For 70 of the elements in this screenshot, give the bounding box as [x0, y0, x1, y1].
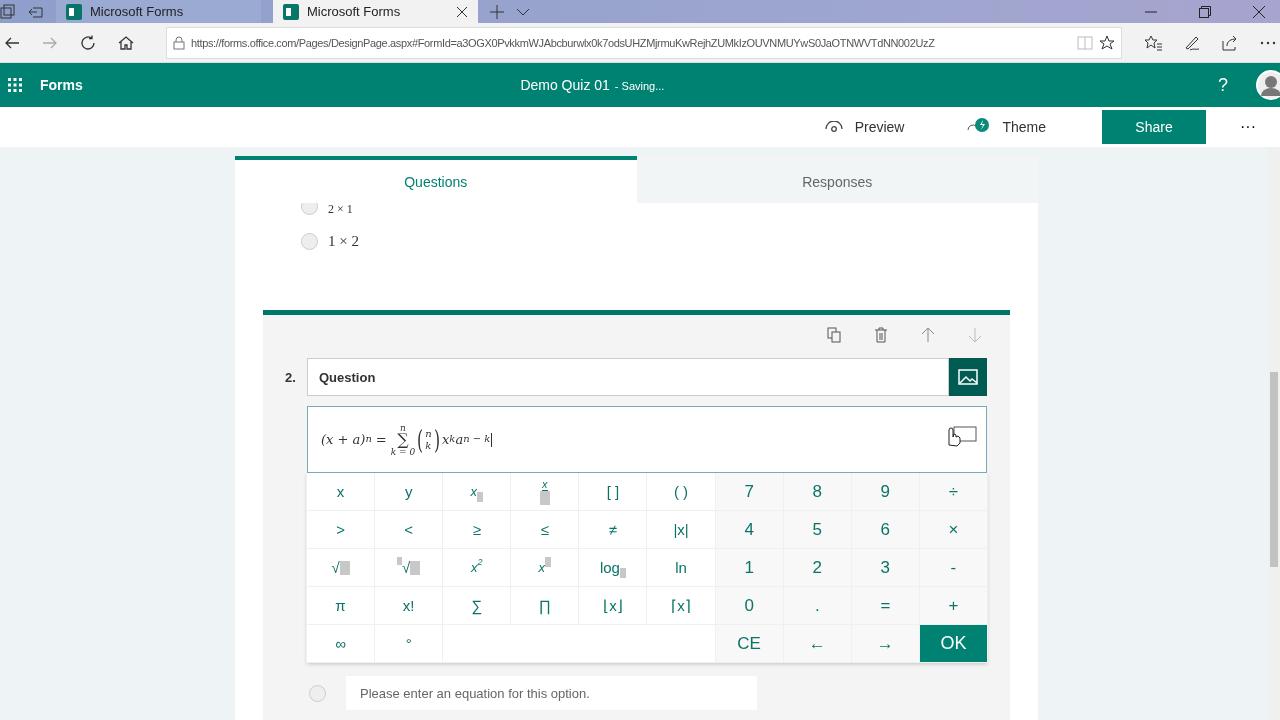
- image-icon: [958, 369, 978, 385]
- pen-icon[interactable]: [1184, 34, 1200, 51]
- close-icon[interactable]: [1253, 5, 1265, 18]
- keypad-key[interactable]: ∞: [307, 625, 375, 662]
- option-text: 1 × 2: [328, 233, 359, 250]
- keypad-key[interactable]: ←: [783, 625, 851, 662]
- keypad-key[interactable]: 3: [851, 549, 919, 586]
- radio-button[interactable]: [309, 684, 326, 702]
- tab[interactable]: Responses: [636, 156, 1038, 203]
- keypad-key[interactable]: 8: [783, 473, 851, 510]
- keypad-key[interactable]: .: [783, 587, 851, 624]
- keypad-key[interactable]: +: [919, 587, 987, 624]
- keypad-key[interactable]: =: [851, 587, 919, 624]
- browser-tab[interactable]: Microsoft Forms: [56, 0, 261, 23]
- keypad-key[interactable]: 0: [715, 587, 783, 624]
- keypad-key[interactable]: 6: [851, 511, 919, 548]
- chevron-down-icon[interactable]: [516, 7, 530, 16]
- keypad-key[interactable]: →: [851, 625, 919, 662]
- tab-list-icon[interactable]: [0, 3, 16, 20]
- option-text: 2 × 1: [328, 203, 353, 215]
- keypad-key[interactable]: -: [919, 549, 987, 586]
- address-bar[interactable]: https://forms.office.com/Pages/DesignPage.aspx#FormId=a3OGX0PvkkmWJAbcburwlx0k7odsUHZMjrmuKwRejhZUMkIzOUVNMUYwS0JaOTNWVTdNN002UzZ: [166, 26, 1122, 59]
- math-parenthesis: (: [417, 424, 424, 455]
- keypad-key[interactable]: 5: [783, 511, 851, 548]
- question-field[interactable]: Question: [307, 358, 949, 396]
- star-icon[interactable]: [1099, 34, 1115, 51]
- avatar[interactable]: [1256, 70, 1280, 101]
- favorites-icon[interactable]: [1144, 34, 1162, 51]
- keypad-key[interactable]: CE: [715, 625, 783, 662]
- ok-button[interactable]: OK: [919, 625, 987, 662]
- keypad-key[interactable]: 4: [715, 511, 783, 548]
- app-name[interactable]: Forms: [40, 77, 83, 94]
- lock-icon: [173, 35, 185, 50]
- eye-icon: [824, 120, 843, 133]
- form-title: Demo Quiz 01: [520, 77, 610, 94]
- url-text: https://forms.office.com/Pages/DesignPage.aspx#FormId=a3OGX0PvkkmWJAbcburwlx0k7odsUHZMjrmuKwRejhZUMkIzOUVNMUYwS0JaOTNWVTdNN002UzZ: [191, 36, 936, 49]
- insert-image-button[interactable]: [949, 358, 987, 396]
- share-icon[interactable]: [1222, 34, 1238, 51]
- keypad-key[interactable]: 9: [851, 473, 919, 510]
- keypad-key[interactable]: ×: [919, 511, 987, 548]
- saving-status: - Saving...: [614, 80, 665, 93]
- home-icon[interactable]: [118, 34, 134, 51]
- preview-button[interactable]: Preview: [818, 117, 911, 136]
- share-button[interactable]: Share: [1102, 109, 1206, 144]
- keypad-key[interactable]: 1: [715, 549, 783, 586]
- radio-button[interactable]: [301, 203, 318, 215]
- arrow-up-icon[interactable]: [921, 327, 935, 343]
- close-icon[interactable]: [456, 5, 468, 18]
- theme-button[interactable]: Theme: [960, 116, 1052, 137]
- keypad-key[interactable]: ÷: [919, 473, 987, 510]
- keypad-key[interactable]: °: [375, 625, 443, 662]
- more-icon[interactable]: [1260, 40, 1276, 45]
- restore-icon[interactable]: [1199, 5, 1211, 18]
- app-launcher-icon[interactable]: [8, 78, 22, 93]
- option-field[interactable]: Please enter an equation for this option.: [346, 676, 757, 710]
- keypad-key[interactable]: 2: [783, 549, 851, 586]
- forms-logo-icon: [283, 3, 299, 20]
- radio-button[interactable]: [301, 233, 318, 250]
- keypad-key[interactable]: 7: [715, 473, 783, 510]
- forms-logo-icon: [66, 3, 82, 20]
- browser-tab[interactable]: Microsoft Forms: [273, 0, 478, 23]
- trash-icon[interactable]: [874, 327, 888, 343]
- more-button[interactable]: ···: [1234, 116, 1262, 137]
- help-button[interactable]: ?: [1212, 73, 1234, 97]
- math-parenthesis: ): [433, 424, 440, 455]
- scrollbar[interactable]: [1268, 147, 1280, 720]
- refresh-icon[interactable]: [80, 34, 96, 51]
- copy-icon[interactable]: [827, 327, 841, 343]
- keypad-key[interactable]: x: [307, 473, 375, 510]
- question-number: 2.: [285, 369, 297, 385]
